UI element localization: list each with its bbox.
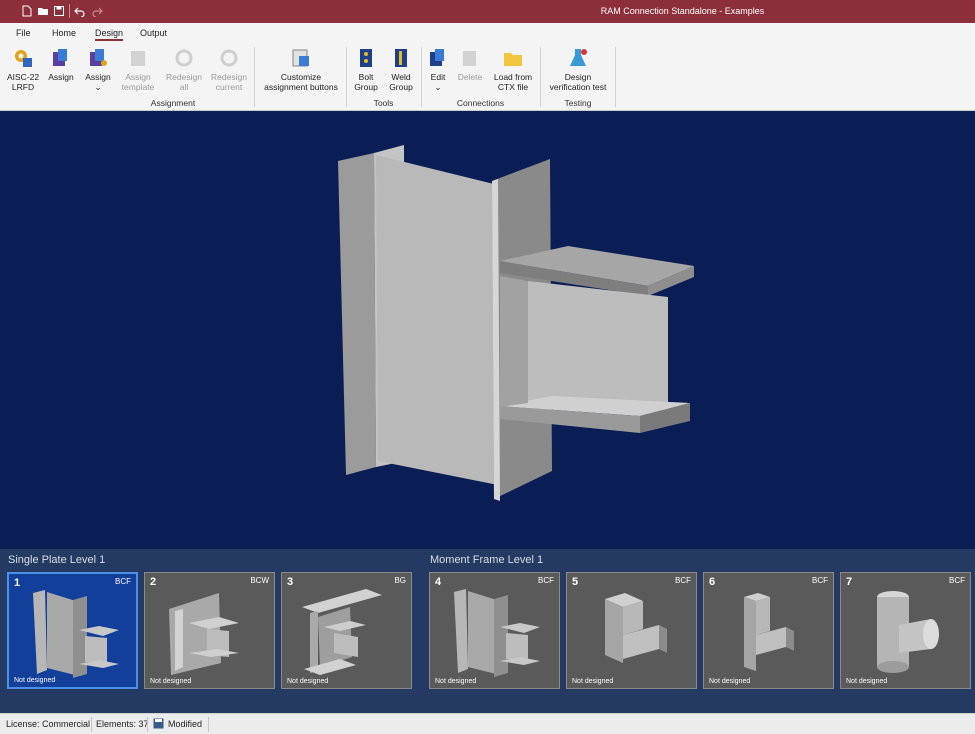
card-status: Not designed [14,677,56,684]
connection-3d-model [338,145,694,501]
connection-thumbnail [877,591,939,673]
connection-card-2[interactable]: 2 BCW Not designed [144,572,275,689]
card-type: BCW [250,576,269,585]
card-status: Not designed [709,678,751,685]
card-status: Not designed [846,678,888,685]
card-number: 3 [287,576,294,588]
connection-thumbnail [169,593,239,675]
card-status: Not designed [287,678,329,685]
connection-card-6[interactable]: 6 BCF Not designed [703,572,834,689]
connection-card-4[interactable]: 4 BCF Not designed [429,572,560,689]
card-type: BCF [115,577,131,586]
assign-icon [53,49,67,66]
ribbon-separator [615,47,616,107]
elements-count: Elements: 37 [96,719,149,729]
redesign-current-icon [220,49,238,67]
chevron-down-icon: ⌄ [94,82,102,92]
connection-thumbnail [454,589,540,677]
card-status: Not designed [572,678,614,685]
load-ctx-button[interactable]: Load from CTX file [490,47,536,92]
assign-template-button[interactable]: Assign template [118,47,158,92]
connection-card-5[interactable]: 5 BCF Not designed [566,572,697,689]
assign-button[interactable]: Assign [46,47,76,82]
weld-group-button[interactable]: Weld Group [385,47,417,92]
weld-group-icon [395,49,407,67]
edit-icon [430,49,444,66]
connection-thumbnail [744,593,794,671]
design-verification-test-button[interactable]: Design verification test [545,47,611,92]
bolt-group-button[interactable]: Bolt Group [350,47,382,92]
redesign-all-button[interactable]: Redesign all [164,47,204,92]
license-status: License: Commercial [6,719,91,729]
connections-panel: Single Plate Level 1 Moment Frame Level … [0,549,975,713]
ribbon: AISC-22 LRFD Assign Assign ⌄ Assign temp… [0,43,975,111]
design-code-icon [15,50,32,67]
connection-thumbnail [302,589,382,675]
card-type: BG [394,576,406,585]
ribbon-separator [540,47,541,107]
title-bar: RAM Connection Standalone - Examples [0,0,975,23]
bolt-group-icon [360,49,372,67]
card-type: BCF [812,576,828,585]
connection-thumbnail [605,593,667,663]
customize-assignment-button[interactable]: Customize assignment buttons [260,47,342,92]
card-type: BCF [949,576,965,585]
status-separator [91,717,92,732]
ribbon-tabs: File Home Design Output [0,23,975,43]
design-code-button[interactable]: AISC-22 LRFD [4,47,42,92]
group-label-tools: Tools [373,98,394,108]
connection-card-1[interactable]: 1 BCF Not designed [7,572,138,689]
group-label-connections: Connections [456,98,505,108]
card-status: Not designed [150,678,192,685]
status-separator [208,717,209,732]
card-status: Not designed [435,678,477,685]
tab-output[interactable]: Output [140,28,167,38]
connection-card-7[interactable]: 7 BCF Not designed [840,572,971,689]
customize-icon [292,49,309,67]
chevron-down-icon: ⌄ [434,82,442,92]
card-number: 2 [150,576,157,588]
group-title: Moment Frame Level 1 [430,554,544,566]
card-number: 1 [14,577,21,589]
ribbon-separator [254,47,255,107]
assign-dropdown-button[interactable]: Assign ⌄ [82,47,114,92]
card-number: 4 [435,576,442,588]
3d-viewport[interactable] [0,111,975,549]
card-number: 5 [572,576,579,588]
save-icon [153,718,164,729]
group-label-testing: Testing [564,98,592,108]
tab-design[interactable]: Design [95,28,124,41]
tab-file[interactable]: File [16,28,31,38]
delete-button[interactable]: Delete [455,47,485,82]
status-separator [147,717,148,732]
card-number: 7 [846,576,853,588]
window-title: RAM Connection Standalone - Examples [600,6,765,16]
card-number: 6 [709,576,716,588]
edit-button[interactable]: Edit ⌄ [425,47,451,92]
delete-icon [463,51,476,66]
connection-card-3[interactable]: 3 BG Not designed [281,572,412,689]
assign-template-icon [131,51,145,66]
connection-thumbnail [33,590,119,678]
assign-menu-icon [90,49,107,66]
redesign-current-button[interactable]: Redesign current [209,47,249,92]
tab-home[interactable]: Home [52,28,76,38]
group-title: Single Plate Level 1 [8,554,106,566]
modified-status: Modified [168,719,203,729]
ribbon-separator [346,47,347,107]
card-type: BCF [675,576,691,585]
flask-icon [570,49,587,66]
folder-open-icon [504,53,522,66]
status-bar: License: Commercial Elements: 37 Modifie… [0,713,975,734]
group-label-assignment: Assignment [150,98,196,108]
card-type: BCF [538,576,554,585]
redesign-all-icon [175,49,193,67]
ribbon-separator [421,47,422,107]
